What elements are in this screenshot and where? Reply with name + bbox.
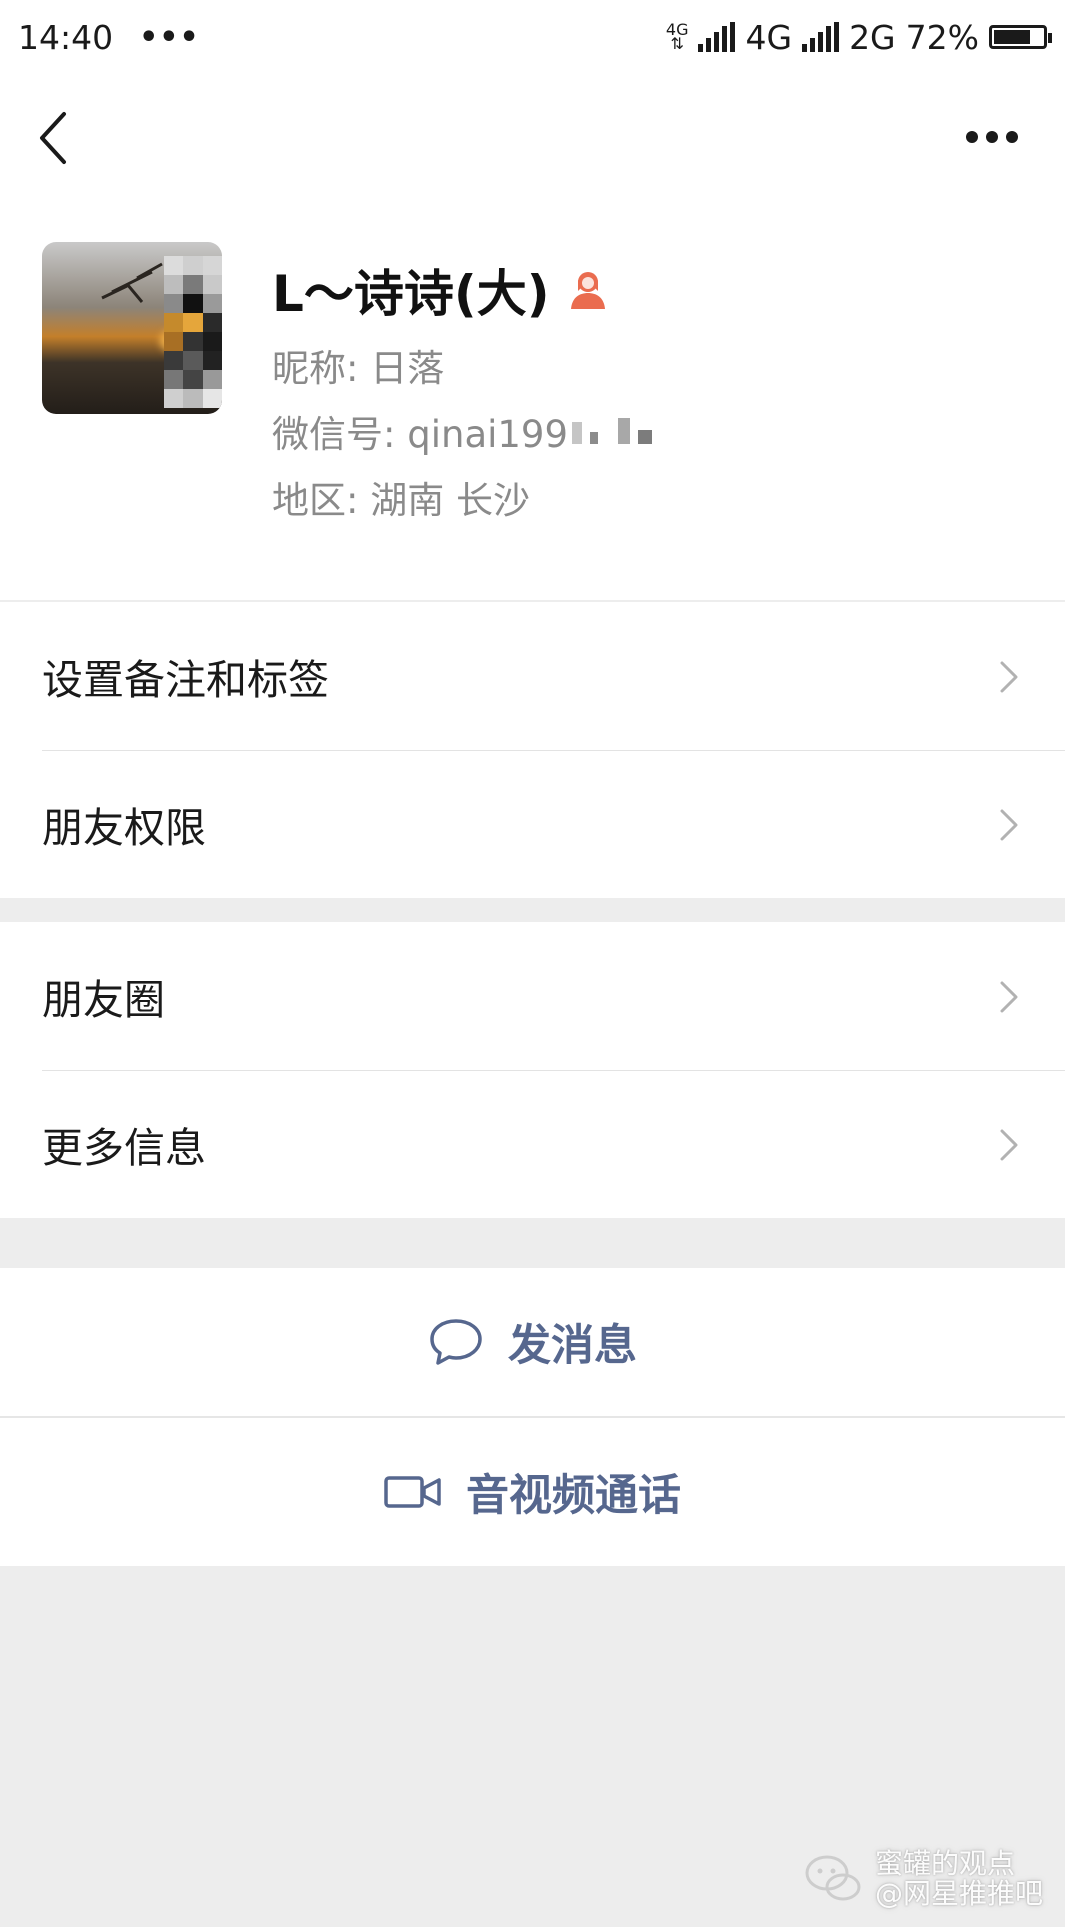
send-message-button[interactable]: 发消息 xyxy=(0,1268,1065,1416)
watermark: 蜜罐的观点 @网星推推吧 xyxy=(803,1849,1043,1909)
menu-item-label: 更多信息 xyxy=(42,1124,206,1172)
av-call-label: 音视频通话 xyxy=(466,1471,681,1521)
status-right: 4G ⇅ 4G 2G 72% xyxy=(666,17,1052,57)
wechat-id-line: 微信号: qinai199 xyxy=(272,404,653,458)
watermark-line-2: @网星推推吧 xyxy=(874,1877,1043,1910)
more-options-icon[interactable] xyxy=(965,130,1019,144)
avatar[interactable] xyxy=(42,242,222,414)
chevron-right-icon xyxy=(1000,809,1018,841)
female-gender-icon xyxy=(570,272,605,309)
battery-fill xyxy=(994,30,1030,44)
menu-item-label: 朋友权限 xyxy=(42,804,206,852)
action-group: 发消息 音视频通话 xyxy=(0,1268,1065,1566)
chevron-right-icon xyxy=(1000,1129,1018,1161)
wechat-id-text: 微信号: qinai199 xyxy=(272,413,569,456)
status-overflow-dots: ••• xyxy=(139,19,200,55)
menu-group-settings: 设置备注和标签 朋友权限 xyxy=(0,602,1065,898)
sim1-network-label: 4G xyxy=(745,17,793,57)
menu-item-label: 设置备注和标签 xyxy=(42,656,329,704)
menu-item-remark-tags[interactable]: 设置备注和标签 xyxy=(0,602,1065,750)
av-call-button[interactable]: 音视频通话 xyxy=(0,1416,1065,1566)
watermark-text-block: 蜜罐的观点 @网星推推吧 xyxy=(875,1849,1043,1909)
send-message-label: 发消息 xyxy=(508,1321,637,1371)
avatar-pixelation xyxy=(164,256,222,408)
name-row: L～诗诗(大) xyxy=(272,254,608,326)
menu-item-moments[interactable]: 朋友圈 xyxy=(0,922,1065,1070)
menu-group-moments: 朋友圈 更多信息 xyxy=(0,922,1065,1218)
redaction-blocks xyxy=(572,418,653,444)
menu-item-friend-permissions[interactable]: 朋友权限 xyxy=(0,750,1065,898)
display-name: L～诗诗(大) xyxy=(272,265,550,323)
status-bar: 14:40 ••• 4G ⇅ 4G 2G 72% xyxy=(0,0,1065,74)
network-activity-icon: 4G ⇅ xyxy=(666,22,689,53)
menu-item-more-info[interactable]: 更多信息 xyxy=(0,1070,1065,1218)
back-arrow-icon[interactable] xyxy=(34,110,74,166)
wechat-logo-icon xyxy=(805,1855,861,1901)
video-camera-icon xyxy=(384,1476,441,1508)
profile-header: L～诗诗(大) 昵称: 日落 微信号: qinai199 地区: 湖南 长沙 xyxy=(0,202,1065,600)
data-arrows-icon: ⇅ xyxy=(670,34,684,53)
status-left: 14:40 ••• xyxy=(18,18,200,57)
region-line: 地区: 湖南 长沙 xyxy=(272,479,530,522)
battery-percent: 72% xyxy=(905,17,979,57)
watermark-line-1: 蜜罐的观点 xyxy=(874,1847,1015,1880)
chevron-right-icon xyxy=(1000,661,1018,693)
sim2-network-label: 2G xyxy=(849,17,896,57)
menu-item-label: 朋友圈 xyxy=(42,976,165,1024)
signal-icon xyxy=(802,22,840,52)
chat-bubble-icon xyxy=(430,1319,482,1365)
nickname-line: 昵称: 日落 xyxy=(272,347,445,390)
status-time: 14:40 xyxy=(18,17,114,57)
battery-icon xyxy=(989,25,1052,49)
signal-icon xyxy=(698,22,736,52)
top-nav xyxy=(0,74,1065,202)
chevron-right-icon xyxy=(1000,981,1018,1013)
